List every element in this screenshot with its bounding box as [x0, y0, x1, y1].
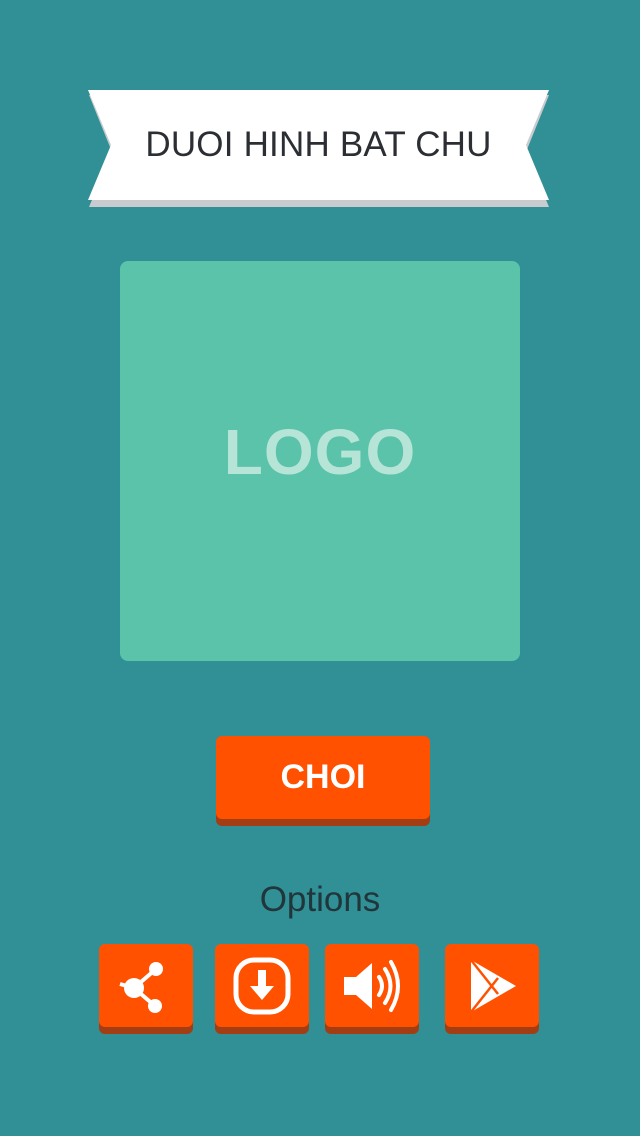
logo-placeholder: LOGO: [120, 261, 520, 661]
logo-text: LOGO: [223, 416, 417, 488]
play-button[interactable]: CHOI: [216, 736, 430, 819]
download-icon: [233, 957, 291, 1014]
google-play-button[interactable]: [445, 944, 539, 1027]
google-play-icon: [470, 958, 516, 1013]
share-icon: [119, 961, 163, 1013]
download-button[interactable]: [215, 944, 309, 1027]
app-title: DUOI HINH BAT CHU: [145, 125, 492, 164]
sound-button[interactable]: [325, 944, 419, 1027]
share-button[interactable]: [99, 944, 193, 1027]
title-banner: DUOI HINH BAT CHU: [88, 90, 549, 207]
sound-icon: [344, 959, 400, 1012]
options-label: Options: [259, 880, 381, 919]
